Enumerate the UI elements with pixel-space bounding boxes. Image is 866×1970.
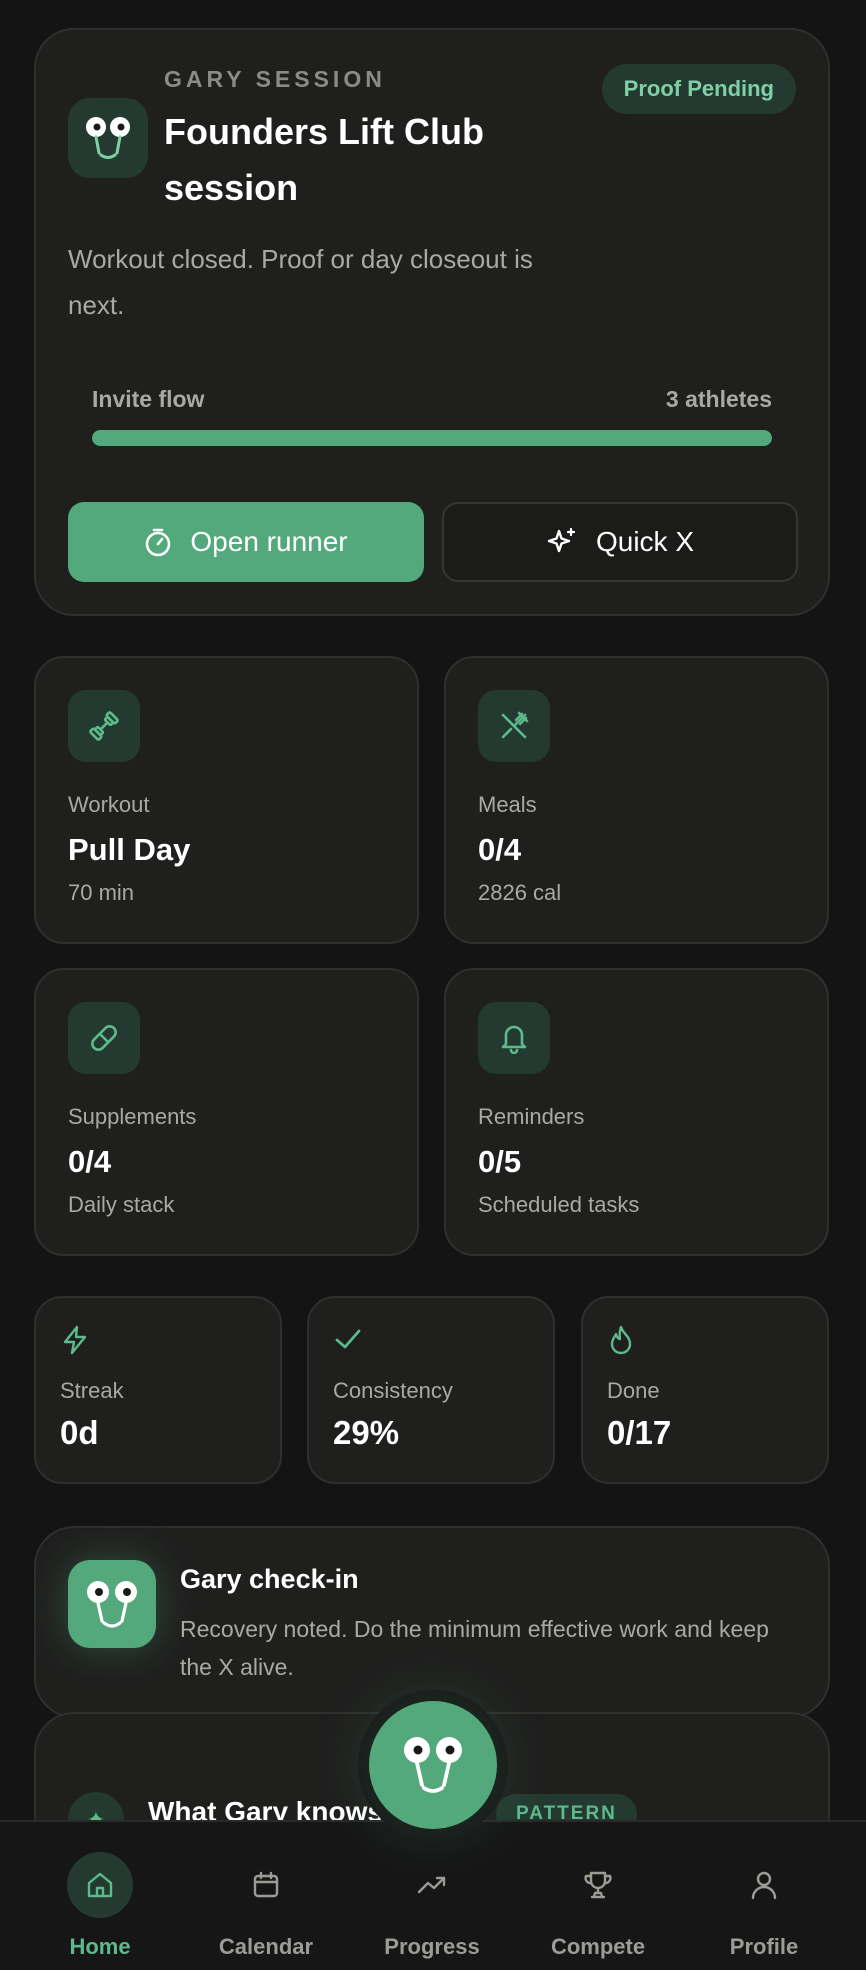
- nav-compete[interactable]: Compete: [518, 1852, 678, 1960]
- consistency-label: Consistency: [333, 1378, 453, 1403]
- session-title: Founders Lift Club session: [164, 111, 484, 208]
- invite-flow-progress: [92, 430, 772, 446]
- meals-value: 0/4: [478, 832, 522, 867]
- meals-sub: 2826 cal: [478, 880, 562, 905]
- nav-profile-label: Profile: [729, 1934, 799, 1959]
- consistency-metric: Consistency 29%: [307, 1296, 555, 1484]
- nav-home[interactable]: Home: [20, 1852, 180, 1960]
- session-card: GARY SESSION Founders Lift Club session …: [34, 28, 830, 616]
- nav-calendar[interactable]: Calendar: [186, 1852, 346, 1960]
- utensils-icon: [478, 690, 550, 762]
- supplements-sub: Daily stack: [68, 1192, 175, 1217]
- workout-label: Workout: [68, 792, 150, 817]
- stopwatch-icon: [146, 528, 171, 557]
- streak-value: 0d: [60, 1414, 99, 1451]
- status-badge: Proof Pending: [601, 64, 796, 114]
- quick-x-button[interactable]: Quick X: [442, 502, 798, 582]
- nav-progress[interactable]: Progress: [352, 1852, 512, 1960]
- gary-avatar: [68, 98, 148, 178]
- check-icon: [335, 1329, 361, 1349]
- streak-metric: Streak 0d: [34, 1296, 282, 1484]
- reminders-sub: Scheduled tasks: [478, 1192, 640, 1217]
- gary-face-icon: [404, 1737, 462, 1793]
- open-runner-button[interactable]: Open runner: [68, 502, 424, 582]
- consistency-value: 29%: [333, 1414, 400, 1451]
- trend-icon: [399, 1852, 465, 1918]
- session-description: Workout closed. Proof or day closeout is…: [68, 244, 533, 320]
- nav-progress-label: Progress: [384, 1934, 480, 1959]
- profile-icon: [731, 1852, 797, 1918]
- nav-calendar-label: Calendar: [218, 1934, 314, 1959]
- checkin-title: Gary check-in: [180, 1564, 359, 1594]
- checkin-message: Recovery noted. Do the minimum effective…: [180, 1616, 769, 1680]
- dumbbell-icon: [68, 690, 140, 762]
- pill-icon: [68, 1002, 140, 1074]
- reminders-value: 0/5: [478, 1144, 522, 1179]
- progress-fill: [92, 430, 772, 446]
- gary-fab-button[interactable]: [369, 1701, 497, 1829]
- supplements-label: Supplements: [68, 1104, 197, 1129]
- gary-avatar: [68, 1560, 156, 1648]
- workout-tile[interactable]: Workout Pull Day 70 min: [34, 656, 419, 944]
- meals-label: Meals: [478, 792, 537, 817]
- done-label: Done: [607, 1378, 660, 1403]
- gary-fab-ring: [358, 1690, 508, 1840]
- nav-profile[interactable]: Profile: [684, 1852, 844, 1960]
- trophy-icon: [565, 1852, 631, 1918]
- bell-icon: [478, 1002, 550, 1074]
- home-icon: [67, 1852, 133, 1918]
- nav-compete-label: Compete: [550, 1934, 646, 1959]
- workout-value: Pull Day: [68, 832, 191, 867]
- quick-x-label: Quick X: [595, 526, 695, 557]
- meals-tile[interactable]: Meals 0/4 2826 cal: [444, 656, 829, 944]
- bottom-nav: Home Calendar Progress Compete Profile: [0, 1820, 866, 1970]
- invite-flow-count: 3 athletes: [665, 386, 772, 412]
- calendar-icon: [233, 1852, 299, 1918]
- workout-sub: 70 min: [68, 880, 135, 905]
- gary-face-icon: [87, 1581, 137, 1628]
- invite-flow-label: Invite flow: [92, 386, 205, 412]
- supplements-tile[interactable]: Supplements 0/4 Daily stack: [34, 968, 419, 1256]
- flame-icon: [610, 1325, 632, 1355]
- reminders-tile[interactable]: Reminders 0/5 Scheduled tasks: [444, 968, 829, 1256]
- open-runner-label: Open runner: [190, 526, 348, 557]
- gary-face-icon: [86, 117, 130, 159]
- sparkles-icon: [547, 527, 576, 553]
- nav-home-label: Home: [69, 1934, 131, 1959]
- done-metric: Done 0/17: [581, 1296, 829, 1484]
- bolt-icon: [63, 1325, 87, 1355]
- reminders-label: Reminders: [478, 1104, 585, 1129]
- done-value: 0/17: [607, 1414, 672, 1451]
- session-eyebrow: GARY SESSION: [164, 66, 386, 92]
- streak-label: Streak: [60, 1378, 124, 1403]
- supplements-value: 0/4: [68, 1144, 112, 1179]
